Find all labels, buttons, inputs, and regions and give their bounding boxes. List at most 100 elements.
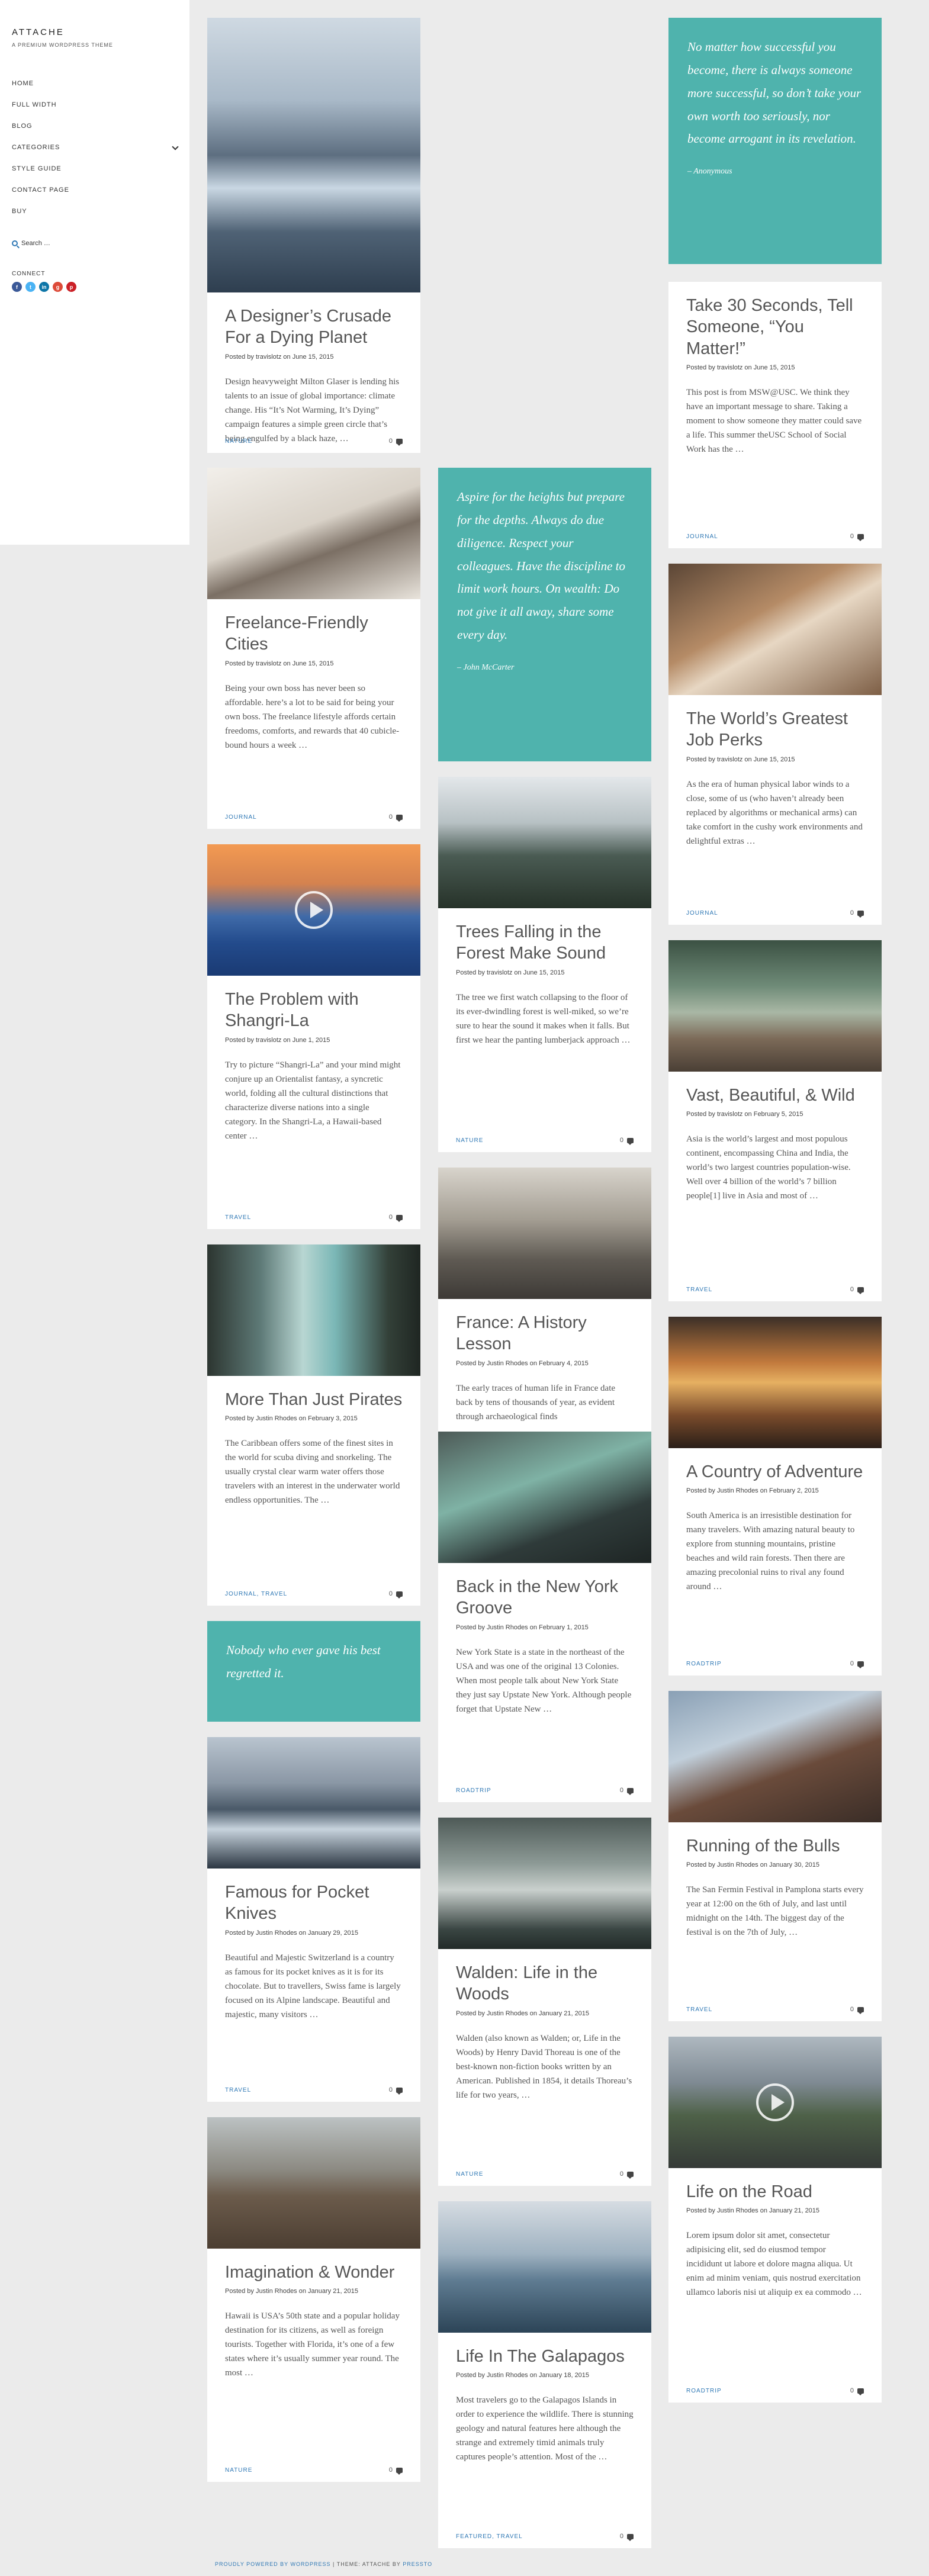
post-title[interactable]: France: A History Lesson xyxy=(456,1312,634,1355)
play-icon[interactable] xyxy=(295,891,333,929)
nav-item-buy[interactable]: BUY xyxy=(12,201,178,222)
post-category-link[interactable]: FEATURED, TRAVEL xyxy=(456,2533,523,2540)
quote-text: Nobody who ever gave his best regretted … xyxy=(226,1643,381,1680)
post-excerpt: As the era of human physical labor winds… xyxy=(686,779,863,846)
post-title[interactable]: Running of the Bulls xyxy=(686,1835,864,1857)
post-category-link[interactable]: NATURE xyxy=(456,2171,483,2178)
post-thumbnail-snowy-forest[interactable] xyxy=(438,777,651,908)
post-title[interactable]: A Country of Adventure xyxy=(686,1461,864,1482)
post-title[interactable]: Life on the Road xyxy=(686,2181,864,2202)
comment-count: 0 xyxy=(388,438,393,445)
facebook-icon[interactable]: f xyxy=(12,282,22,292)
post-thumbnail-mountain-road[interactable] xyxy=(668,2037,882,2168)
post-title[interactable]: Life In The Galapagos xyxy=(456,2346,634,2367)
post-card: A Designer’s Crusade For a Dying Planet P… xyxy=(207,18,420,453)
post-category-link[interactable]: JOURNAL xyxy=(686,533,718,540)
post-thumbnail-green-scooter[interactable] xyxy=(438,1432,651,1563)
comments-link[interactable]: 0 xyxy=(620,1137,634,1145)
post-footer: NATURE 0 xyxy=(456,2170,634,2179)
comments-link[interactable]: 0 xyxy=(389,1214,403,1222)
linkedin-icon[interactable]: in xyxy=(39,282,49,292)
comments-link[interactable]: 0 xyxy=(620,2533,634,2541)
post-card: Vast, Beautiful, & Wild Posted by travisl… xyxy=(668,940,882,1301)
comments-link[interactable]: 0 xyxy=(850,1660,864,1668)
post-thumbnail-lake-pier[interactable] xyxy=(668,940,882,1072)
nav-item-blog[interactable]: BLOG xyxy=(12,115,178,137)
twitter-icon[interactable]: t xyxy=(25,282,36,292)
comments-link[interactable]: 0 xyxy=(850,2387,864,2395)
nav-item-categories[interactable]: CATEGORIES xyxy=(12,137,179,158)
post-category-link[interactable]: JOURNAL xyxy=(225,814,257,821)
comments-link[interactable]: 0 xyxy=(850,1286,864,1294)
post-category-link[interactable]: JOURNAL xyxy=(686,910,718,916)
theme-author-link[interactable]: PRESSTO xyxy=(403,2561,432,2567)
comments-link[interactable]: 0 xyxy=(850,909,864,918)
post-title[interactable]: Walden: Life in the Woods xyxy=(456,1962,634,2005)
post-category-link[interactable]: ROADTRIP xyxy=(686,2388,722,2394)
comments-link[interactable]: 0 xyxy=(620,1787,634,1795)
post-category-link[interactable]: NATURE xyxy=(456,1137,483,1144)
post-title[interactable]: Take 30 Seconds, Tell Someone, “You Matt… xyxy=(686,295,864,359)
nav-item-style-guide[interactable]: STYLE GUIDE xyxy=(12,158,178,179)
nav-item-contact-page[interactable]: CONTACT PAGE xyxy=(12,179,178,201)
post-title[interactable]: Freelance-Friendly Cities xyxy=(225,612,403,655)
post-thumbnail-alpine-lake[interactable] xyxy=(207,1737,420,1869)
post-category-link[interactable]: NATURE xyxy=(225,2467,252,2474)
post-meta: Posted by Justin Rhodes on February 3, 2… xyxy=(225,1415,358,1423)
post-category-link[interactable]: TRAVEL xyxy=(225,1214,251,1221)
pinterest-icon[interactable]: p xyxy=(66,282,76,292)
chevron-down-icon[interactable] xyxy=(172,143,179,150)
post-title[interactable]: The World’s Greatest Job Perks xyxy=(686,708,864,751)
comment-bubble-icon xyxy=(396,814,403,822)
comments-link[interactable]: 0 xyxy=(389,1590,403,1599)
post-thumbnail-volcano-plain[interactable] xyxy=(207,2117,420,2249)
comment-count: 0 xyxy=(388,813,393,821)
post-thumbnail-misty-woods[interactable] xyxy=(438,1818,651,1949)
post-title[interactable]: Imagination & Wonder xyxy=(225,2262,403,2283)
post-title[interactable]: Back in the New York Groove xyxy=(456,1576,634,1619)
post-thumbnail-statue-building[interactable] xyxy=(668,1691,882,1822)
post-footer: FEATURED, TRAVEL 0 xyxy=(456,2533,634,2541)
post-category-link[interactable]: TRAVEL xyxy=(225,2087,251,2093)
post-category-link[interactable]: TRAVEL xyxy=(686,1287,712,1293)
post-category-link[interactable]: ROADTRIP xyxy=(686,1661,722,1667)
play-icon[interactable] xyxy=(756,2083,794,2121)
post-thumbnail-paddleboard-sea[interactable] xyxy=(438,2201,651,2333)
nav-item-home[interactable]: HOME xyxy=(12,73,178,94)
post-title[interactable]: Famous for Pocket Knives xyxy=(225,1882,403,1925)
search-toggle[interactable]: Search … xyxy=(12,240,178,247)
post-thumbnail-glacier-lagoon[interactable] xyxy=(207,18,420,292)
post-thumbnail-paris-skyline[interactable] xyxy=(438,1168,651,1299)
nav-item-full-width[interactable]: FULL WIDTH xyxy=(12,94,178,115)
post-thumbnail-sunset-mountains[interactable] xyxy=(207,844,420,976)
post-meta: Posted by travislotz on June 15, 2015 xyxy=(225,353,334,361)
post-title[interactable]: Vast, Beautiful, & Wild xyxy=(686,1085,864,1106)
post-title[interactable]: Trees Falling in the Forest Make Sound xyxy=(456,921,634,964)
post-excerpt: Lorem ipsum dolor sit amet, consectetur … xyxy=(686,2231,862,2298)
post-category-link[interactable]: NATURE xyxy=(225,438,252,445)
wordpress-link[interactable]: PROUDLY POWERED BY WORDPRESS xyxy=(215,2561,331,2567)
comments-link[interactable]: 0 xyxy=(850,533,864,541)
post-category-link[interactable]: JOURNAL, TRAVEL xyxy=(225,1591,287,1597)
site-title[interactable]: ATTACHE xyxy=(12,27,178,37)
post-thumbnail-laptop-on-bed[interactable] xyxy=(207,468,420,599)
comments-link[interactable]: 0 xyxy=(388,438,403,446)
post-thumbnail-sea-cliffs[interactable] xyxy=(207,1244,420,1376)
comments-link[interactable]: 0 xyxy=(388,813,403,822)
post-card: Take 30 Seconds, Tell Someone, “You Matt… xyxy=(668,282,882,548)
post-card: Back in the New York Groove Posted by Jus… xyxy=(438,1432,651,1802)
post-category-link[interactable]: TRAVEL xyxy=(686,2006,712,2013)
comments-link[interactable]: 0 xyxy=(620,2170,634,2179)
post-category-link[interactable]: ROADTRIP xyxy=(456,1787,491,1794)
google-plus-icon[interactable]: g xyxy=(53,282,63,292)
post-thumbnail-desert-van[interactable] xyxy=(668,1317,882,1448)
comments-link[interactable]: 0 xyxy=(850,2006,864,2014)
post-title[interactable]: The Problem with Shangri-La xyxy=(225,989,403,1032)
post-excerpt: Beautiful and Majestic Switzerland is a … xyxy=(225,1953,401,2019)
post-title[interactable]: A Designer’s Crusade For a Dying Planet xyxy=(225,305,403,349)
comments-link[interactable]: 0 xyxy=(389,2466,403,2475)
post-thumbnail-hands-coffee[interactable] xyxy=(668,564,882,695)
comments-link[interactable]: 0 xyxy=(389,2086,403,2095)
post-title[interactable]: More Than Just Pirates xyxy=(225,1389,403,1410)
post-footer: TRAVEL 0 xyxy=(686,1286,864,1294)
